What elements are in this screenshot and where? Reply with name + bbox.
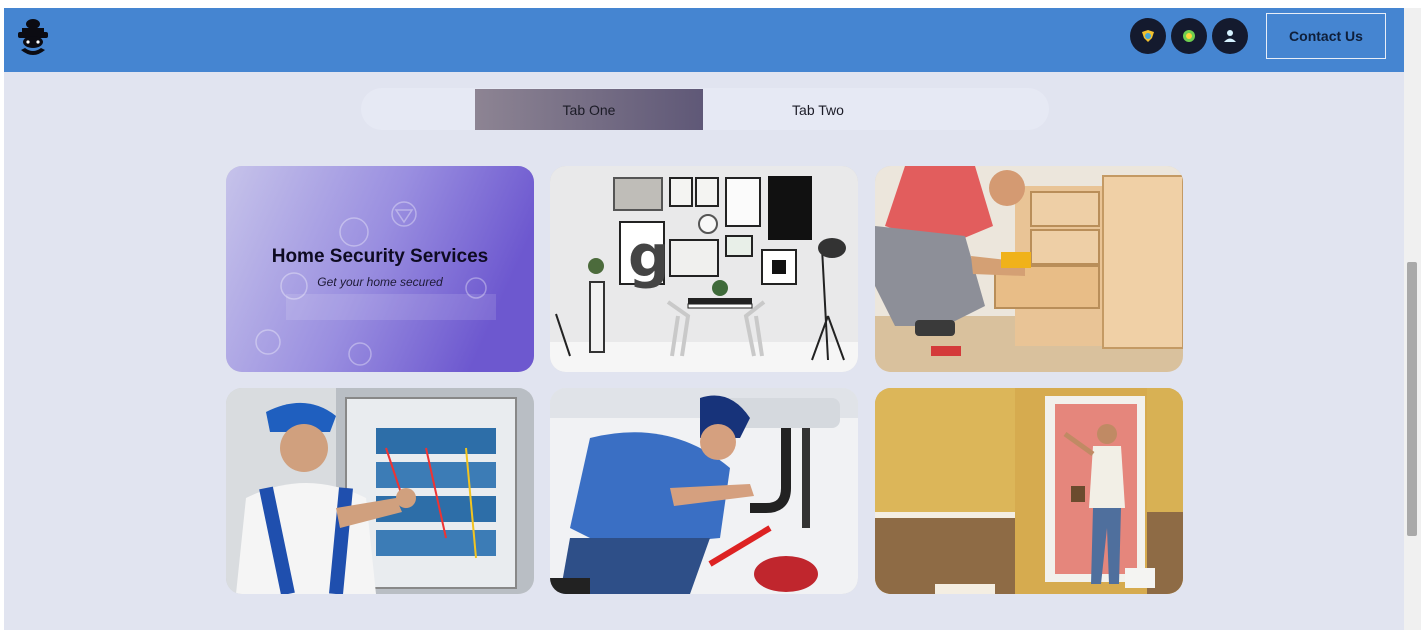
plumber-sink-photo	[550, 388, 858, 594]
svg-text:g: g	[628, 222, 670, 290]
user-icon[interactable]	[1212, 18, 1248, 54]
badge-icon[interactable]	[1130, 18, 1166, 54]
contact-us-button[interactable]: Contact Us	[1266, 13, 1386, 59]
page-background: Contact Us Tab One Tab Two Home Security…	[4, 8, 1404, 630]
tab-one[interactable]: Tab One	[475, 89, 703, 130]
ninja-logo-icon[interactable]	[14, 14, 52, 62]
electrician-panel-photo	[226, 388, 534, 594]
user-glyph	[1224, 30, 1236, 42]
interior-gallery-card[interactable]: g	[550, 166, 858, 372]
badge-icon-glyph	[1142, 30, 1154, 42]
circle-dot-icon[interactable]	[1171, 18, 1207, 54]
card-subtitle: Get your home secured	[317, 275, 443, 289]
plumber-card[interactable]	[550, 388, 858, 594]
security-card-background	[226, 166, 534, 372]
interior-gallery-wall-photo: g	[550, 166, 858, 372]
carpenter-card[interactable]	[875, 166, 1183, 372]
painter-wall-photo	[875, 388, 1183, 594]
tab-two[interactable]: Tab Two	[704, 89, 932, 130]
top-navbar: Contact Us	[4, 8, 1404, 72]
card-title: Home Security Services	[271, 246, 489, 267]
circle-dot-glyph	[1183, 30, 1195, 42]
painter-card[interactable]	[875, 388, 1183, 594]
carpenter-drilling-drawers-photo	[875, 166, 1183, 372]
electrician-card[interactable]	[226, 388, 534, 594]
home-security-card[interactable]: Home Security Services Get your home sec…	[226, 166, 534, 372]
scrollbar-thumb[interactable]	[1407, 262, 1417, 536]
